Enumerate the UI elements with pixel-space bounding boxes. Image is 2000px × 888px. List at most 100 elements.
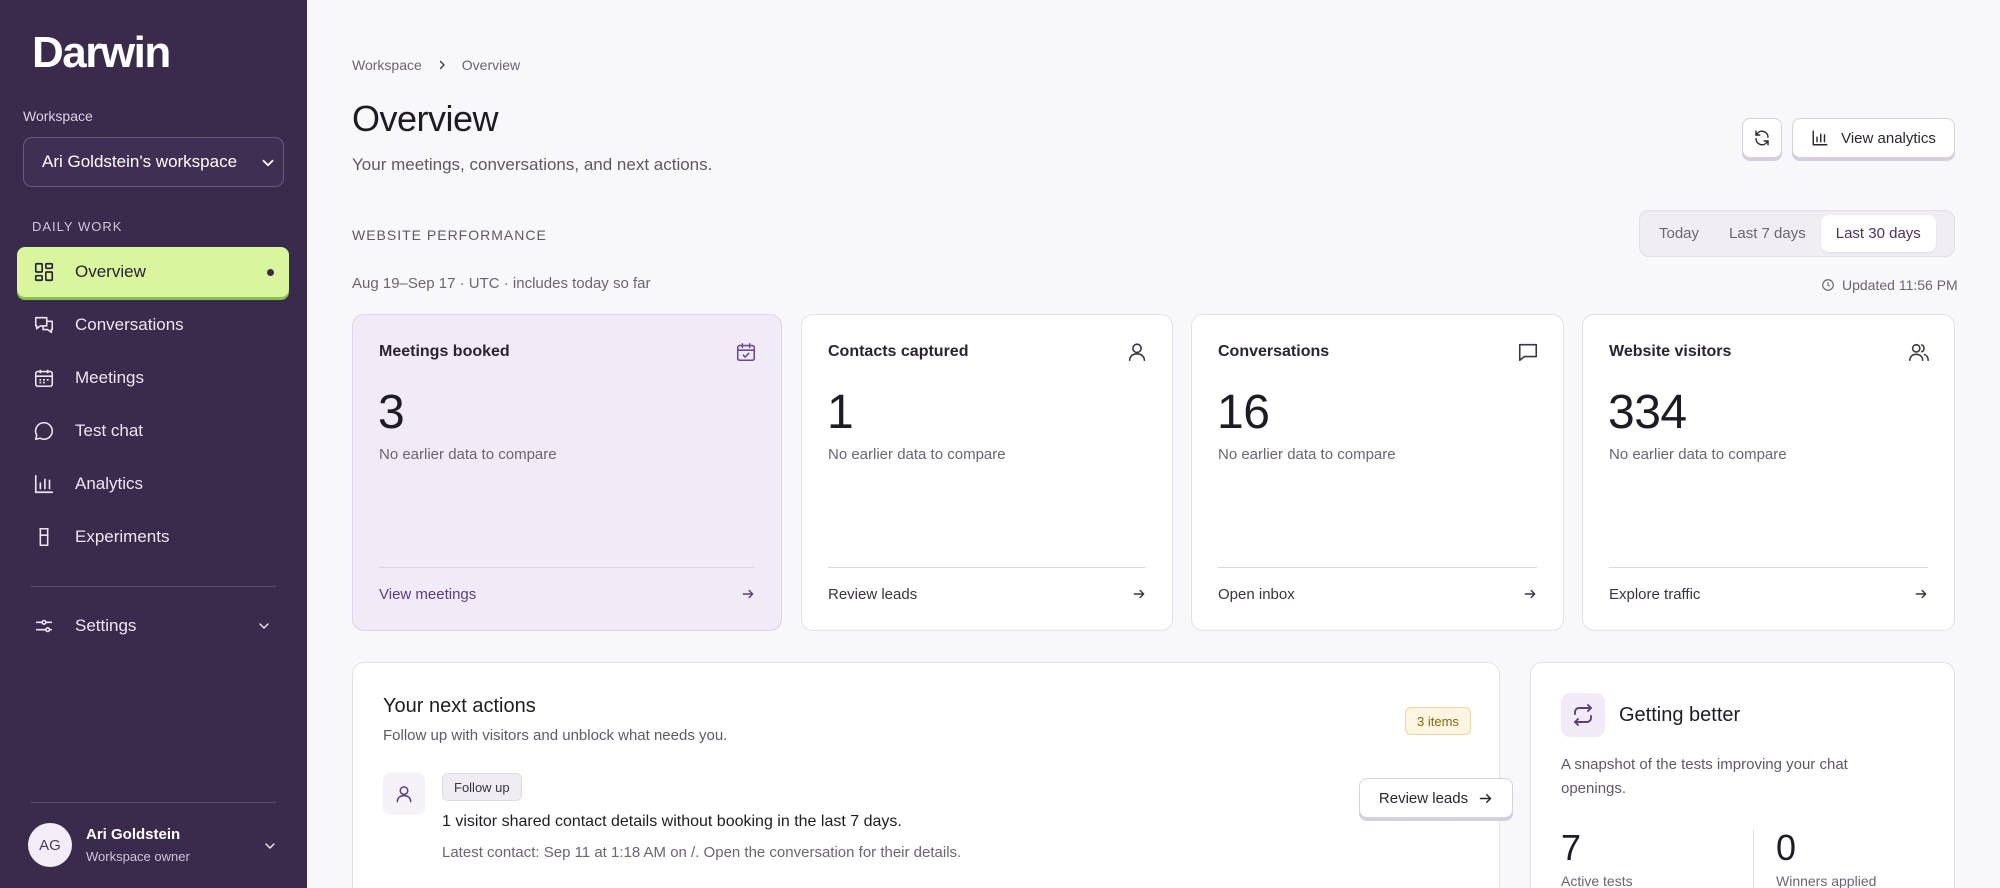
user-role: Workspace owner [86, 849, 190, 864]
chevron-down-icon[interactable] [262, 838, 278, 854]
flask-icon [33, 526, 55, 548]
action-detail: Latest contact: Sep 11 at 1:18 AM on /. … [442, 844, 962, 861]
arrow-right-icon[interactable] [1523, 587, 1537, 601]
review-leads-label: Review leads [1378, 789, 1469, 807]
breadcrumb-item-workspace[interactable]: Workspace [352, 57, 422, 73]
date-range-tabs: Today Last 7 days Last 30 days [1639, 210, 1955, 257]
getting-better-title: Getting better [1619, 704, 1741, 726]
breadcrumb: Workspace Overview [352, 57, 520, 73]
users-icon [1908, 341, 1930, 363]
items-count-badge: 3 items [1405, 707, 1471, 735]
sidebar-item-experiments[interactable]: Experiments [17, 512, 289, 562]
review-leads-button[interactable]: Review leads [1359, 778, 1513, 818]
card-note: No earlier data to compare [828, 446, 1006, 463]
next-actions-title: Your next actions [383, 695, 536, 717]
card-divider [1609, 567, 1928, 568]
sidebar-item-settings[interactable]: Settings [17, 601, 289, 651]
message-circle-icon [33, 420, 55, 442]
card-divider [828, 567, 1146, 568]
stat-card-contacts-captured: Contacts captured 1 No earlier data to c… [801, 314, 1173, 631]
tab-last-30-days[interactable]: Last 30 days [1820, 215, 1936, 252]
stat-card-meetings-booked: Meetings booked 3 No earlier data to com… [352, 314, 782, 631]
sidebar-item-test-chat[interactable]: Test chat [17, 406, 289, 456]
main-content: Workspace Overview Overview Your meeting… [307, 0, 2000, 888]
date-range-text: Aug 19–Sep 17 · UTC · includes today so … [352, 275, 651, 292]
view-meetings-link[interactable]: View meetings [379, 586, 476, 603]
section-label-daily-work: DAILY WORK [32, 219, 123, 234]
view-analytics-label: View analytics [1841, 129, 1936, 147]
tab-last-7-days[interactable]: Last 7 days [1714, 215, 1821, 252]
grid-icon [33, 261, 55, 283]
open-inbox-link[interactable]: Open inbox [1218, 586, 1295, 603]
bar-chart-icon [1811, 129, 1841, 147]
workspace-select[interactable]: Ari Goldstein's workspace [23, 137, 284, 187]
chat-bubbles-icon [33, 314, 55, 336]
chevron-right-icon [436, 59, 448, 71]
workspace-label: Workspace [23, 108, 93, 124]
tab-today[interactable]: Today [1644, 215, 1714, 252]
page-title: Overview [352, 98, 499, 139]
stat-card-website-visitors: Website visitors 334 No earlier data to … [1582, 314, 1955, 631]
sidebar-item-label: Experiments [75, 527, 170, 546]
sliders-icon [33, 615, 55, 637]
chevron-down-icon [256, 618, 272, 634]
card-note: No earlier data to compare [379, 446, 557, 463]
next-actions-subtitle: Follow up with visitors and unblock what… [383, 727, 728, 744]
arrow-right-icon[interactable] [1914, 587, 1928, 601]
page-subtitle: Your meetings, conversations, and next a… [352, 155, 713, 174]
card-title: Meetings booked [379, 343, 510, 360]
active-indicator-dot [267, 269, 274, 276]
clock-icon [1821, 278, 1842, 292]
card-note: No earlier data to compare [1218, 446, 1396, 463]
updated-label: Updated 11:56 PM [1842, 277, 1958, 293]
card-value: 3 [378, 386, 405, 439]
chevron-down-icon [259, 154, 277, 172]
app-logo: Darwin [32, 28, 171, 77]
card-title: Website visitors [1609, 343, 1732, 360]
stat-value: 0 [1776, 827, 1797, 868]
getting-better-subtitle: A snapshot of the tests improving your c… [1561, 756, 1848, 797]
card-value: 1 [827, 386, 854, 439]
repeat-icon [1561, 693, 1605, 737]
sidebar-item-label: Test chat [75, 421, 144, 440]
calendar-icon [33, 367, 55, 389]
sidebar-divider [31, 802, 276, 803]
stat-value: 7 [1561, 827, 1582, 868]
section-label-website-performance: WEBSITE PERFORMANCE [352, 227, 547, 243]
sidebar: Darwin Workspace Ari Goldstein's workspa… [0, 0, 307, 888]
view-analytics-button[interactable]: View analytics [1792, 118, 1955, 158]
refresh-icon [1753, 129, 1771, 147]
action-text: 1 visitor shared contact details without… [442, 813, 902, 830]
sidebar-item-label: Analytics [75, 474, 144, 493]
sidebar-item-conversations[interactable]: Conversations [17, 300, 289, 350]
avatar: AG [28, 823, 72, 867]
updated-timestamp: Updated 11:56 PM [1821, 277, 1958, 293]
explore-traffic-link[interactable]: Explore traffic [1609, 586, 1700, 603]
arrow-right-icon[interactable] [741, 587, 755, 601]
sidebar-item-label: Conversations [75, 315, 184, 334]
calendar-check-icon [735, 341, 757, 363]
sidebar-item-overview[interactable]: Overview [17, 247, 289, 297]
user-icon [1126, 341, 1148, 363]
sidebar-item-label: Overview [75, 262, 146, 281]
refresh-button[interactable] [1742, 118, 1782, 158]
stat-active-tests: 7 Active tests [1561, 827, 1633, 888]
arrow-right-icon [1468, 791, 1493, 806]
card-title: Contacts captured [828, 343, 969, 360]
stat-label: Winners applied [1776, 873, 1877, 888]
stat-card-conversations: Conversations 16 No earlier data to comp… [1191, 314, 1564, 631]
user-menu[interactable]: AG Ari Goldstein Workspace owner [28, 823, 190, 867]
card-divider [379, 567, 755, 568]
sidebar-item-meetings[interactable]: Meetings [17, 353, 289, 403]
next-actions-panel: Your next actions Follow up with visitor… [352, 662, 1513, 888]
follow-up-chip: Follow up [442, 773, 522, 801]
review-leads-link[interactable]: Review leads [828, 586, 917, 603]
card-divider [1218, 567, 1537, 568]
arrow-right-icon[interactable] [1132, 587, 1146, 601]
sidebar-item-analytics[interactable]: Analytics [17, 459, 289, 509]
stat-label: Active tests [1561, 873, 1633, 888]
stat-winners-applied: 0 Winners applied [1776, 827, 1876, 888]
user-icon [383, 773, 425, 815]
sidebar-item-label: Settings [75, 616, 137, 635]
card-value: 16 [1217, 386, 1270, 439]
